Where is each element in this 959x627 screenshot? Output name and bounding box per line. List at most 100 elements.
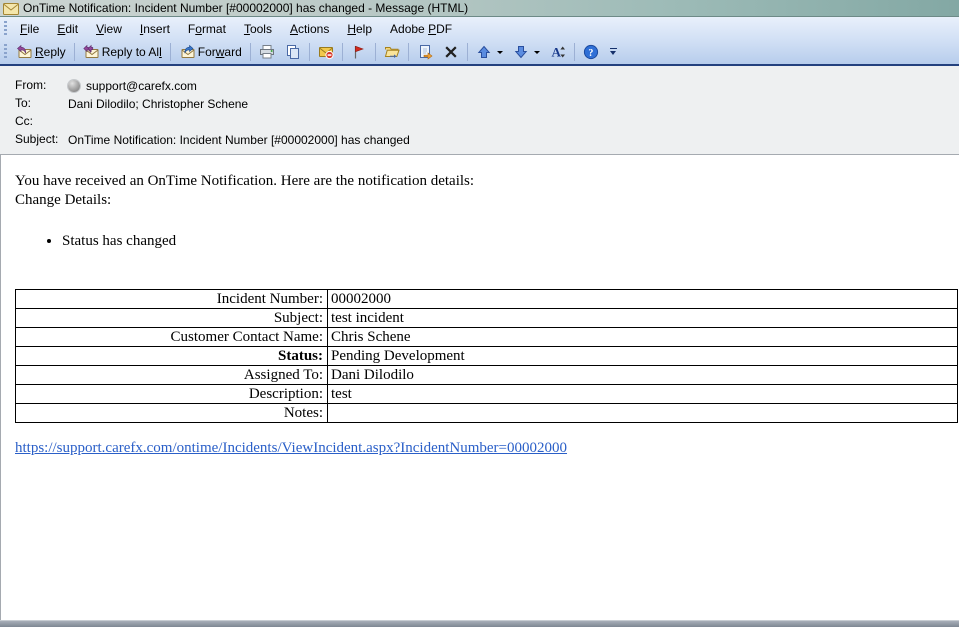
menu-item-adobe-pdf[interactable]: Adobe PDF [381, 19, 461, 39]
row-label: Description: [15, 384, 328, 404]
subject-row: Subject: OnTime Notification: Incident Nu… [15, 132, 959, 148]
next-item-button[interactable] [508, 41, 545, 63]
menu-item-insert[interactable]: Insert [131, 19, 179, 39]
block-sender-button[interactable] [313, 41, 339, 63]
subject-label: Subject: [15, 132, 59, 146]
row-value: Dani Dilodilo [327, 365, 958, 385]
title-bar: OnTime Notification: Incident Number [#0… [0, 0, 959, 17]
change-list: Status has changed [15, 232, 959, 250]
menu-item-actions[interactable]: Actions [281, 19, 338, 39]
text-size-icon: A [550, 44, 566, 60]
toolbar-separator [374, 43, 376, 61]
row-label: Subject: [15, 308, 328, 328]
table-row: Description: test [15, 384, 958, 404]
reply-to-all-label: Reply to All [101, 45, 162, 59]
reply-all-button[interactable]: Reply to All [78, 41, 167, 63]
row-label: Incident Number: [15, 289, 328, 309]
from-text: support@carefx.com [86, 78, 197, 93]
reply-button[interactable]: Reply [11, 41, 71, 63]
row-value: test [327, 384, 958, 404]
table-row: Customer Contact Name: Chris Schene [15, 327, 958, 347]
reply-icon [16, 44, 32, 60]
menu-item-file[interactable]: File [11, 19, 48, 39]
forward-label: Forward [197, 45, 242, 59]
toolbar-separator [249, 43, 251, 61]
menu-item-tools[interactable]: Tools [235, 19, 281, 39]
from-label: From: [15, 78, 47, 92]
forward-icon [179, 44, 195, 60]
copy-icon [285, 44, 301, 60]
row-label: Assigned To: [15, 365, 328, 385]
move-to-folder-button[interactable] [379, 41, 405, 63]
cc-label: Cc: [15, 114, 33, 128]
toolbar-options-bar-icon [609, 48, 617, 49]
row-label: Customer Contact Name: [15, 327, 328, 347]
table-row: Subject: test incident [15, 308, 958, 328]
toolbar-separator [73, 43, 75, 61]
to-text: Dani Dilodilo; Christopher Schene [68, 96, 249, 111]
text-size-button[interactable]: A [545, 41, 571, 63]
subject-text: OnTime Notification: Incident Number [#0… [68, 132, 410, 147]
row-label: Status: [15, 346, 328, 366]
menu-item-help[interactable]: Help [338, 19, 381, 39]
incident-link[interactable]: https://support.carefx.com/ontime/Incide… [15, 440, 567, 457]
row-value: test incident [327, 308, 958, 328]
menu-bar-items: File Edit View Insert Format Tools Actions Help… [11, 17, 461, 40]
to-row: To: Dani Dilodilo; Christopher Schene [15, 96, 959, 112]
toolbar-items: Reply Reply to All Forward A? [11, 41, 604, 63]
move-to-folder-icon [384, 44, 400, 60]
help-button[interactable]: ? [578, 41, 604, 63]
sender-avatar [68, 80, 80, 92]
menu-item-view[interactable]: View [87, 19, 131, 39]
incident-details-table: Incident Number: 00002000 Subject: test inc… [15, 289, 958, 423]
message-header: From: support@carefx.com To: Dani Dilodilo;… [0, 66, 959, 155]
reply-all-icon [83, 44, 99, 60]
to-label: To: [15, 96, 32, 110]
dropdown-arrow-icon[interactable] [496, 50, 503, 54]
row-value: 00002000 [327, 289, 958, 309]
block-sender-icon [318, 44, 334, 60]
bullet-item: Status has changed [62, 232, 959, 250]
cc-row: Cc: [15, 114, 959, 130]
from-row: From: support@carefx.com [15, 78, 959, 94]
toolbar-separator [308, 43, 310, 61]
previous-item-icon [476, 44, 492, 60]
toolbar-separator [466, 43, 468, 61]
intro-line-1: You have received an OnTime Notification… [15, 173, 475, 189]
next-item-icon [513, 44, 529, 60]
toolbar-drag-handle[interactable] [4, 44, 7, 60]
help-icon: ? [583, 44, 599, 60]
menu-bar: File Edit View Insert Format Tools Actions Help… [0, 17, 959, 40]
menu-item-edit[interactable]: Edit [48, 19, 87, 39]
print-icon [259, 44, 275, 60]
toolbar-separator [341, 43, 343, 61]
dropdown-arrow-icon[interactable] [533, 50, 540, 54]
previous-item-button[interactable] [471, 41, 508, 63]
intro-line-2: Change Details: [15, 192, 112, 208]
create-rule-button[interactable] [412, 41, 438, 63]
row-value: Chris Schene [327, 327, 958, 347]
row-value [327, 403, 958, 423]
table-row: Assigned To: Dani Dilodilo [15, 365, 958, 385]
svg-text:?: ? [588, 48, 593, 59]
window-title: OnTime Notification: Incident Number [#0… [23, 1, 469, 15]
create-rule-icon [417, 44, 433, 60]
to-value: Dani Dilodilo; Christopher Schene [68, 96, 248, 112]
copy-button[interactable] [280, 41, 306, 63]
message-icon [3, 2, 19, 15]
table-row: Incident Number: 00002000 [15, 289, 958, 309]
toolbar-options-button[interactable] [606, 44, 621, 60]
incident-details-rows: Incident Number: 00002000 Subject: test inc… [15, 289, 958, 423]
subject-value: OnTime Notification: Incident Number [#0… [68, 132, 410, 148]
menu-item-format[interactable]: Format [179, 19, 235, 39]
print-button[interactable] [254, 41, 280, 63]
standard-toolbar: Reply Reply to All Forward A? [0, 40, 959, 66]
flag-button[interactable] [346, 41, 372, 63]
delete-button[interactable] [438, 41, 464, 63]
table-row: Status: Pending Development [15, 346, 958, 366]
chevron-down-icon [610, 51, 617, 55]
forward-button[interactable]: Forward [174, 41, 247, 63]
svg-text:A: A [551, 45, 561, 60]
delete-icon [443, 44, 459, 60]
menu-drag-handle[interactable] [4, 20, 7, 37]
